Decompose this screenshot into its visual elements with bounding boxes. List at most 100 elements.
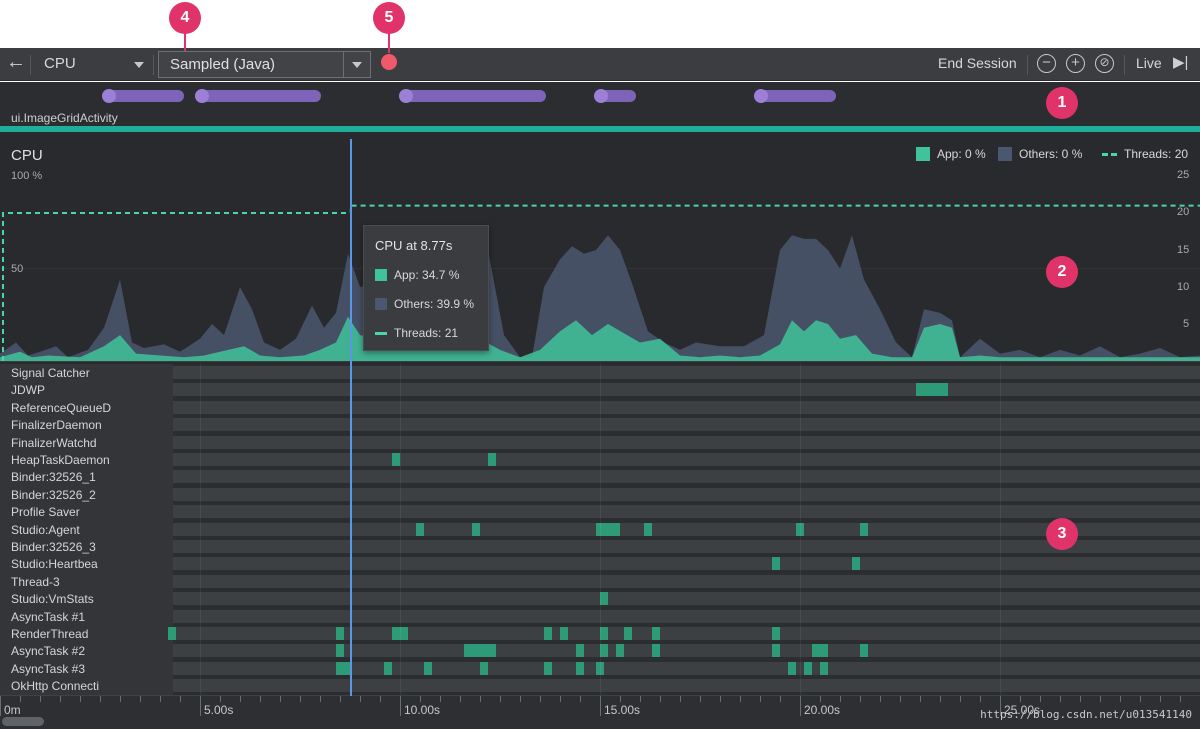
thread-lane[interactable] [173, 453, 1200, 466]
minor-tick [900, 696, 901, 702]
thread-lane[interactable] [173, 679, 1200, 693]
live-button[interactable]: Live [1136, 55, 1162, 71]
thread-activity-segment[interactable] [788, 661, 796, 675]
event-pill[interactable] [754, 89, 836, 103]
thread-activity-segment[interactable] [600, 644, 608, 658]
thread-activity-segment[interactable] [576, 661, 584, 675]
minor-tick [660, 696, 661, 702]
zoom-out-icon[interactable]: − [1037, 54, 1056, 73]
thread-lane[interactable] [173, 644, 1200, 658]
minor-tick [520, 696, 521, 702]
toolbar-separator [153, 55, 154, 75]
minor-tick [720, 696, 721, 702]
thread-activity-segment[interactable] [416, 522, 424, 536]
thread-activity-segment[interactable] [616, 644, 624, 658]
thread-activity-segment[interactable] [384, 661, 392, 675]
thread-lane[interactable] [173, 557, 1200, 571]
right-axis-label: 15 [1177, 244, 1190, 256]
profiler-selector-dropdown[interactable]: CPU [32, 52, 150, 77]
tooltip-title: CPU at 8.77s [375, 238, 453, 253]
thread-lane[interactable] [173, 574, 1200, 588]
thread-activity-segment[interactable] [464, 644, 496, 658]
thread-activity-segment[interactable] [772, 557, 780, 571]
thread-activity-segment[interactable] [480, 661, 488, 675]
thread-lane[interactable] [173, 609, 1200, 623]
thread-lane[interactable] [173, 400, 1200, 414]
thread-activity-segment[interactable] [336, 627, 344, 640]
thread-activity-segment[interactable] [644, 522, 652, 536]
thread-activity-segment[interactable] [544, 627, 552, 640]
thread-list[interactable]: Signal Catcher JDWP ReferenceQueueD Finaliz… [0, 364, 1200, 695]
thread-activity-segment[interactable] [600, 592, 608, 606]
thread-lane[interactable] [173, 592, 1200, 606]
thread-activity-segment[interactable] [168, 627, 176, 640]
horizontal-scrollbar[interactable] [2, 717, 44, 726]
minor-tick [40, 696, 41, 702]
thread-activity-segment[interactable] [804, 661, 812, 675]
thread-lane[interactable] [173, 470, 1200, 484]
minor-tick [240, 696, 241, 702]
time-gridline [200, 364, 201, 695]
minor-tick [1040, 696, 1041, 702]
minor-tick [320, 696, 321, 702]
thread-activity-segment[interactable] [860, 644, 868, 658]
thread-activity-segment[interactable] [916, 383, 948, 397]
tooltip-threads-row: Threads: 21 [375, 326, 458, 340]
thread-activity-segment[interactable] [392, 453, 400, 466]
back-arrow-icon[interactable]: ← [6, 51, 26, 74]
legend-app-label: App: 0 % [937, 147, 986, 161]
reset-zoom-icon[interactable]: ⊘ [1095, 54, 1114, 73]
end-session-button[interactable]: End Session [938, 55, 1017, 71]
thread-lane[interactable] [173, 366, 1200, 379]
thread-lane[interactable] [173, 540, 1200, 553]
cpu-tooltip: CPU at 8.77s App: 34.7 % Others: 39.9 % … [363, 225, 489, 351]
thread-activity-segment[interactable] [812, 644, 828, 658]
thread-activity-segment[interactable] [336, 644, 344, 658]
thread-activity-segment[interactable] [772, 627, 780, 640]
thread-lane[interactable] [173, 383, 1200, 397]
time-tick-label: 15.00s [604, 703, 641, 717]
thread-activity-segment[interactable] [860, 522, 868, 536]
minor-tick [860, 696, 861, 702]
thread-lane[interactable] [173, 505, 1200, 519]
thread-activity-segment[interactable] [652, 644, 660, 658]
thread-lane[interactable] [173, 661, 1200, 675]
tooltip-others-value: Others: 39.9 % [394, 297, 475, 311]
minor-tick [120, 696, 121, 702]
record-button[interactable] [381, 54, 397, 70]
thread-activity-segment[interactable] [560, 627, 568, 640]
thread-lane[interactable] [173, 487, 1200, 501]
thread-activity-segment[interactable] [652, 627, 660, 640]
minor-tick [1120, 696, 1121, 702]
thread-activity-segment[interactable] [424, 661, 432, 675]
thread-activity-segment[interactable] [488, 453, 496, 466]
event-pill[interactable] [594, 89, 636, 103]
thread-name: FinalizerWatchd [0, 433, 173, 451]
time-tick-label: 25.00s [1004, 703, 1041, 717]
thread-activity-segment[interactable] [472, 522, 480, 536]
minor-tick [160, 696, 161, 702]
skip-to-live-icon[interactable]: ▶| [1173, 53, 1188, 71]
recording-config-dropdown[interactable]: Sampled (Java) [158, 51, 371, 78]
thread-name: Binder:32526_3 [0, 538, 173, 556]
event-pill[interactable] [195, 89, 321, 103]
thread-activity-segment[interactable] [772, 644, 780, 658]
thread-activity-segment[interactable] [820, 661, 828, 675]
event-pill[interactable] [399, 89, 546, 103]
thread-activity-segment[interactable] [544, 661, 552, 675]
cpu-usage-chart[interactable]: CPU 100 % 50 25 20 15 10 5 App: 0 % Othe… [0, 132, 1200, 364]
thread-activity-segment[interactable] [576, 644, 584, 658]
minor-tick [960, 696, 961, 702]
zoom-in-icon[interactable]: + [1066, 54, 1085, 73]
thread-name: Studio:Agent [0, 520, 173, 538]
time-tick-label: 10.00s [404, 703, 441, 717]
thread-activity-segment[interactable] [624, 627, 632, 640]
thread-lane[interactable] [173, 418, 1200, 432]
callout-badge-5: 5 [373, 2, 405, 34]
time-cursor[interactable] [350, 139, 352, 696]
thread-lane[interactable] [168, 627, 1200, 640]
thread-activity-segment[interactable] [852, 557, 860, 571]
thread-lane[interactable] [173, 435, 1200, 449]
thread-activity-segment[interactable] [600, 627, 608, 640]
event-pill[interactable] [102, 89, 184, 103]
